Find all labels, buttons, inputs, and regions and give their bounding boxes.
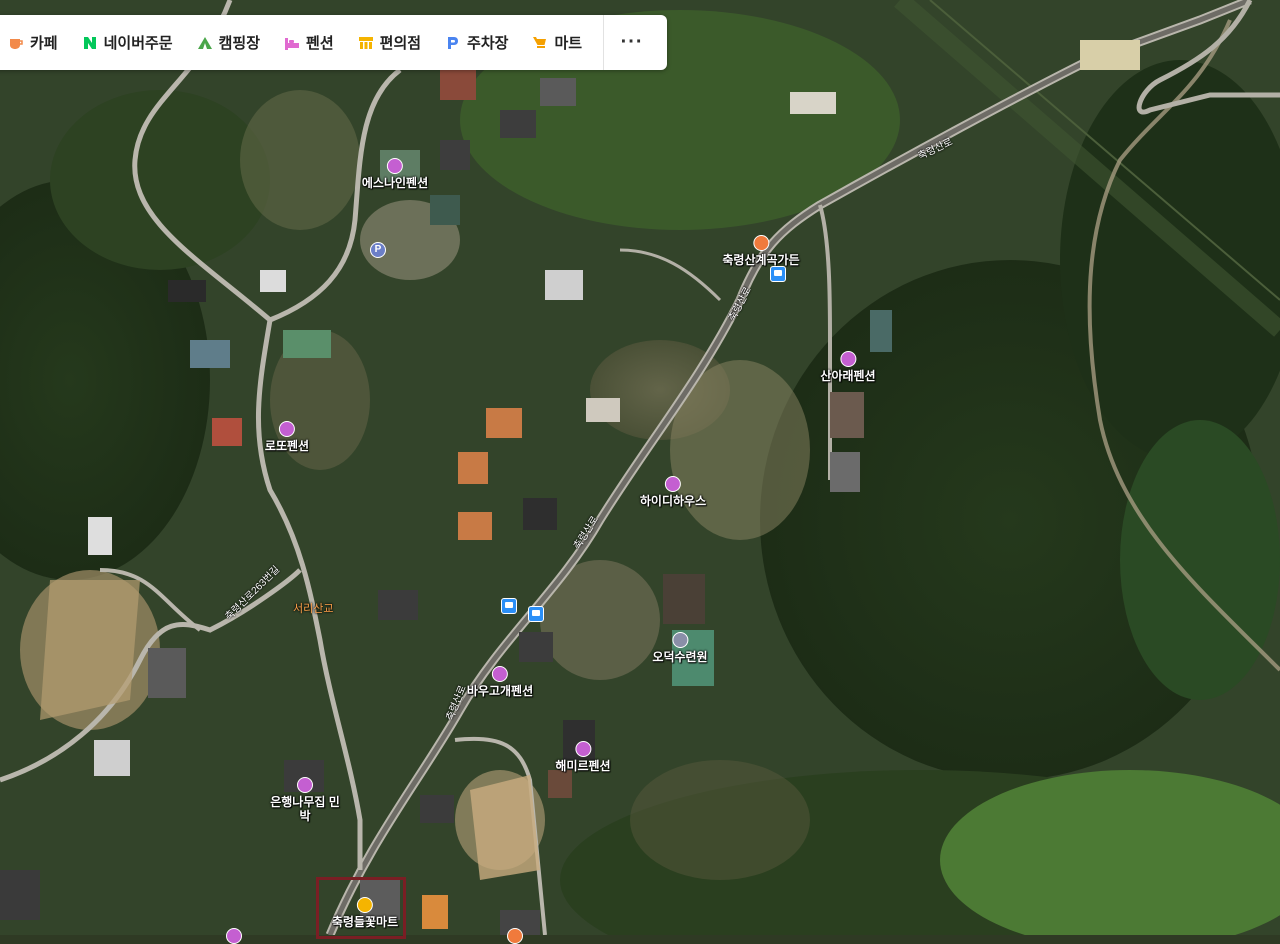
poi-bawoogae-pension[interactable]: 바우고개펜션 — [467, 666, 533, 698]
pension-bed-icon — [574, 741, 591, 757]
poi-highty-house[interactable]: 하이디하우스 — [640, 476, 706, 508]
category-label: 펜션 — [306, 35, 334, 52]
camping-tent-icon — [197, 36, 212, 49]
cafe-cup-icon — [10, 38, 23, 49]
poi-label: 해미르펜션 — [555, 759, 611, 773]
category-convenience-store-button[interactable]: 편의점 — [358, 32, 421, 53]
parking-marker-icon[interactable]: P — [370, 242, 386, 258]
category-label: 카페 — [30, 35, 58, 52]
pension-bed-icon — [285, 37, 300, 50]
category-label: 주차장 — [467, 35, 509, 52]
naver-n-icon — [83, 36, 96, 49]
bus-stop-icon[interactable] — [528, 606, 544, 622]
poi-sanarae-pension[interactable]: 산아래펜션 — [820, 351, 876, 383]
pension-bed-icon — [839, 351, 856, 367]
poi-label: 에스나인펜션 — [361, 176, 429, 190]
category-label: 캠핑장 — [218, 35, 261, 52]
pension-bed-icon — [297, 777, 313, 793]
poi-label: 하이디하우스 — [639, 494, 707, 508]
poi-label: 바우고개펜션 — [466, 684, 534, 698]
category-mart-button[interactable]: 마트 — [532, 32, 582, 53]
poi-label: 오덕수련원 — [652, 650, 708, 664]
bridge-label: 서리산교 — [293, 603, 334, 615]
category-pension-button[interactable]: 펜션 — [284, 32, 334, 53]
poi-eunhaeng-minbak[interactable]: 은행나무집 민박 — [270, 777, 340, 823]
category-label: 마트 — [554, 35, 583, 52]
poi-label: 산아래펜션 — [820, 369, 876, 383]
parking-p-icon — [448, 36, 459, 49]
pension-bed-icon — [387, 158, 403, 174]
poi-label: 축령들꽃마트 — [331, 915, 399, 929]
category-label: 네이버주문 — [103, 35, 173, 52]
convenience-store-icon — [358, 36, 373, 49]
category-cafe-button[interactable]: 카페 — [8, 32, 58, 53]
restaurant-fork-icon[interactable] — [507, 928, 523, 944]
pension-bed-icon — [665, 476, 681, 492]
pension-bed-icon — [278, 421, 295, 437]
category-parking-button[interactable]: 주차장 — [445, 32, 508, 53]
poi-lotto-pension[interactable]: 로또펜션 — [265, 421, 309, 453]
poi-label: 축령산계곡가든 — [722, 253, 800, 267]
category-naver-order-button[interactable]: 네이버주문 — [82, 32, 173, 53]
mart-cart-icon — [357, 897, 373, 913]
more-icon: ··· — [620, 31, 644, 53]
poi-odeok-training-center[interactable]: 오덕수련원 — [652, 632, 708, 664]
poi-haemireu-pension[interactable]: 해미르펜션 — [555, 741, 611, 773]
poi-chukryeong-wildflower-mart[interactable]: 축령들꽃마트 — [332, 897, 398, 929]
pension-bed-icon[interactable] — [226, 928, 242, 944]
more-categories-button[interactable]: ··· — [604, 31, 660, 54]
category-label: 편의점 — [379, 35, 422, 52]
pension-bed-icon — [492, 666, 508, 682]
poi-label: 은행나무집 민박 — [270, 795, 340, 823]
poi-esnine-pension[interactable]: 에스나인펜션 — [362, 158, 428, 190]
restaurant-fork-icon — [753, 235, 769, 251]
poi-chukryeong-garden[interactable]: 축령산계곡가든 — [722, 235, 800, 267]
poi-label: 로또펜션 — [264, 439, 310, 453]
building-icon — [671, 632, 688, 648]
bus-stop-icon[interactable] — [501, 598, 517, 614]
category-bar: 카페 네이버주문 캠핑장 펜션 편의점 주차장 마트 ··· — [0, 15, 667, 70]
category-camping-button[interactable]: 캠핑장 — [197, 32, 260, 53]
mart-cart-icon — [533, 36, 547, 48]
satellite-map[interactable] — [0, 0, 1280, 935]
bus-stop-icon[interactable] — [770, 266, 786, 282]
